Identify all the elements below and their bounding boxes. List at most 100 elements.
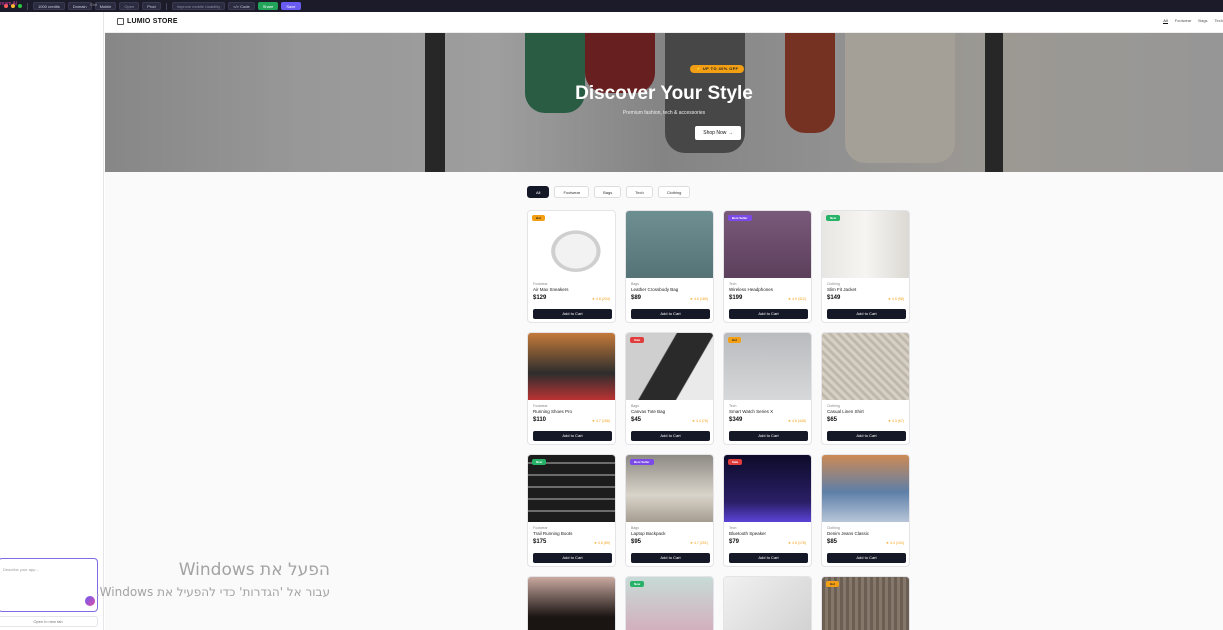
add-to-cart-button[interactable]: Add to Cart	[827, 309, 906, 319]
product-name[interactable]: Air Max Sneakers	[533, 287, 569, 292]
product-card[interactable]: Hot Footwear Air Max Sneakers $129 ★ 4.8 (23…	[527, 210, 616, 323]
product-image[interactable]: New	[626, 577, 713, 630]
product-category: Footwear	[533, 404, 548, 408]
product-category: Tech	[729, 526, 737, 530]
nav-tech[interactable]: Tech	[1215, 18, 1223, 24]
product-image[interactable]	[724, 577, 811, 630]
product-image[interactable]: Best Seller	[626, 455, 713, 522]
add-to-cart-button[interactable]: Add to Cart	[631, 553, 710, 563]
add-to-cart-button[interactable]: Add to Cart	[729, 553, 808, 563]
product-name[interactable]: Bluetooth Speaker	[729, 531, 766, 536]
add-to-cart-button[interactable]: Add to Cart	[631, 431, 710, 441]
product-card[interactable]: Hot	[821, 576, 910, 630]
product-rating: ★ 4.7 (201)	[689, 541, 708, 545]
add-to-cart-button[interactable]: Add to Cart	[729, 431, 808, 441]
mobile-button[interactable]: Mobile	[94, 2, 117, 10]
product-card[interactable]: Footwear Running Shoes Pro $110 ★ 4.7 (156)…	[527, 332, 616, 445]
credits-button[interactable]: 1000 credits	[33, 2, 65, 10]
product-card[interactable]: Sale Bags Canvas Tote Bag $45 ★ 4.4 (76) Add …	[625, 332, 714, 445]
add-to-cart-button[interactable]: Add to Cart	[533, 309, 612, 319]
product-category: Tech	[729, 404, 737, 408]
product-badge: Hot	[728, 337, 741, 343]
filter-bags[interactable]: Bags	[594, 186, 622, 198]
product-rating: ★ 4.8 (234)	[591, 297, 610, 301]
open-button[interactable]: Open	[119, 2, 140, 10]
product-image[interactable]	[822, 333, 909, 400]
nav-bags[interactable]: Bags	[1198, 18, 1207, 24]
product-price: $129	[533, 295, 547, 301]
product-image[interactable]: Best Seller	[724, 211, 811, 278]
discount-badge: ⚡ UP TO 40% OFF	[690, 65, 745, 73]
product-name[interactable]: Casual Linen Shirt	[827, 409, 864, 414]
product-card[interactable]: Hot Tech Smart Watch Series X $349 ★ 4.8 (44…	[723, 332, 812, 445]
product-category: Bags	[631, 404, 639, 408]
product-badge: Best Seller	[630, 459, 654, 465]
product-card[interactable]: New Clothing Slim Fit Jacket $149 ★ 4.5 (98)…	[821, 210, 910, 323]
product-card[interactable]: New	[625, 576, 714, 630]
product-card[interactable]	[723, 576, 812, 630]
improve-usability-button[interactable]: Improve mobile Usability	[171, 2, 226, 10]
add-to-cart-button[interactable]: Add to Cart	[827, 431, 906, 441]
product-card[interactable]	[527, 576, 616, 630]
product-name[interactable]: Running Shoes Pro	[533, 409, 572, 414]
nav-footwear[interactable]: Footwear	[1175, 18, 1192, 24]
product-card[interactable]: Best Seller Tech Wireless Headphones $199 ★ …	[723, 210, 812, 323]
filter-footwear[interactable]: Footwear	[554, 186, 590, 198]
product-price: $89	[631, 295, 642, 301]
product-name[interactable]: Canvas Tote Bag	[631, 409, 665, 414]
add-to-cart-button[interactable]: Add to Cart	[533, 431, 612, 441]
add-to-cart-button[interactable]: Add to Cart	[827, 553, 906, 563]
product-image[interactable]: Hot	[724, 333, 811, 400]
exit-link[interactable]: Exit	[90, 2, 97, 7]
product-image[interactable]	[626, 211, 713, 278]
product-name[interactable]: Slim Fit Jacket	[827, 287, 856, 292]
product-image[interactable]	[528, 333, 615, 400]
product-image[interactable]: Sale	[724, 455, 811, 522]
domain-button[interactable]: Domain	[67, 2, 92, 10]
nav-all[interactable]: All	[1163, 18, 1168, 24]
add-to-cart-button[interactable]: Add to Cart	[729, 309, 808, 319]
product-image[interactable]: New	[528, 455, 615, 522]
shop-now-button[interactable]: Shop Now →	[695, 126, 741, 140]
product-image[interactable]: New	[822, 211, 909, 278]
maximize-window-dot[interactable]	[18, 4, 22, 8]
product-image[interactable]: Hot	[822, 577, 909, 630]
product-image[interactable]	[822, 455, 909, 522]
product-card[interactable]: Bags Leather Crossbody Bag $89 ★ 4.6 (189) A…	[625, 210, 714, 323]
product-name[interactable]: Denim Jeans Classic	[827, 531, 869, 536]
product-image[interactable]	[528, 577, 615, 630]
add-to-cart-button[interactable]: Add to Cart	[533, 553, 612, 563]
product-badge: New	[826, 215, 841, 221]
product-image[interactable]: Hot	[528, 211, 615, 278]
product-rating: ★ 4.8 (445)	[787, 419, 806, 423]
product-price: $95	[631, 539, 642, 545]
share-button[interactable]: Share	[257, 2, 279, 10]
product-image[interactable]: Sale	[626, 333, 713, 400]
prod-button[interactable]: Prod	[142, 2, 161, 10]
product-name[interactable]: Trail Running Boots	[533, 531, 572, 536]
product-name[interactable]: Wireless Headphones	[729, 287, 773, 292]
code-button[interactable]: </> Code	[228, 2, 255, 10]
windows-activation-title: הפעל את Windows	[178, 560, 330, 580]
product-name[interactable]: Leather Crossbody Bag	[631, 287, 678, 292]
divider	[165, 2, 167, 10]
product-price: $349	[729, 417, 743, 423]
product-card[interactable]: Best Seller Bags Laptop Backpack $95 ★ 4.7 (…	[625, 454, 714, 567]
filter-clothing[interactable]: Clothing	[657, 186, 691, 198]
product-card[interactable]: Clothing Casual Linen Shirt $65 ★ 4.3 (67) A…	[821, 332, 910, 445]
product-rating: ★ 4.3 (67)	[887, 419, 904, 423]
filter-tech[interactable]: Tech	[626, 186, 653, 198]
hero-subtitle: Premium fashion, tech & accessories	[622, 110, 706, 116]
save-button[interactable]: Save	[281, 2, 301, 10]
add-to-cart-button[interactable]: Add to Cart	[631, 309, 710, 319]
product-name[interactable]: Smart Watch Series X	[729, 409, 773, 414]
product-name[interactable]: Laptop Backpack	[631, 531, 666, 536]
product-card[interactable]: Clothing Denim Jeans Classic $85 ★ 4.4 (134…	[821, 454, 910, 567]
product-card[interactable]: New Footwear Trail Running Boots $175 ★ 4.6 …	[527, 454, 616, 567]
product-card[interactable]: Sale Tech Bluetooth Speaker $79 ★ 4.5 (178) A…	[723, 454, 812, 567]
product-category: Bags	[631, 526, 639, 530]
filter-all[interactable]: All	[527, 186, 550, 198]
open-in-new-tab-button[interactable]: Open in new tab	[0, 616, 98, 627]
brand[interactable]: LUMIO STORE	[117, 18, 178, 25]
sidebar-title: ream AI	[0, 1, 18, 7]
